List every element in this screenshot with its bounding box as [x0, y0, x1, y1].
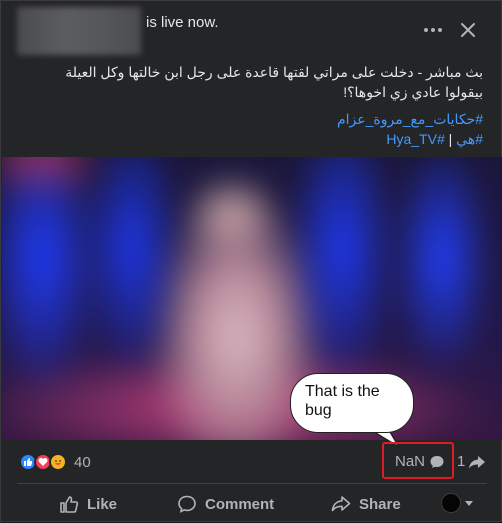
annotation-bubble: That is the bug [290, 373, 414, 433]
hashtag-separator: | [448, 131, 453, 147]
reaction-summary[interactable]: 40 [19, 452, 91, 472]
live-video[interactable] [2, 157, 502, 440]
thumbs-up-icon [60, 496, 79, 513]
care-icon [49, 453, 67, 471]
share-count[interactable]: 1 [457, 453, 486, 470]
more-dots-icon [424, 28, 428, 32]
hashtags: #حكايات_مع_مروة_عزام #هي | #Hya_TV [13, 109, 483, 149]
hashtag-link[interactable]: #حكايات_مع_مروة_عزام [337, 111, 483, 127]
more-options-button[interactable] [419, 18, 447, 42]
chevron-down-icon [465, 500, 473, 506]
comment-icon [178, 495, 196, 513]
video-blurred-frame [2, 157, 502, 440]
share-button[interactable]: Share [331, 489, 401, 519]
divider [17, 483, 487, 484]
like-label: Like [87, 495, 118, 513]
reaction-count: 40 [74, 453, 91, 471]
annotation-text: That is the bug [305, 383, 380, 419]
post-header: is live now. [1, 1, 501, 57]
share-count-value: 1 [457, 453, 466, 470]
feed-post: is live now. بث مباشر - دخلت على مراتي ل… [0, 0, 502, 522]
live-status-text: is live now. [146, 14, 219, 31]
hashtag-link[interactable]: #هي [456, 131, 483, 147]
post-text-line: بث مباشر - دخلت على مراتي لقتها قاعدة عل… [65, 64, 483, 80]
share-arrow-icon [469, 455, 486, 468]
comment-bubble-icon [430, 455, 444, 468]
post-text: بث مباشر - دخلت على مراتي لقتها قاعدة عل… [13, 62, 483, 102]
comment-button[interactable]: Comment [177, 489, 274, 519]
comment-label: Comment [205, 495, 275, 513]
close-icon [461, 23, 475, 37]
like-button[interactable]: Like [59, 489, 117, 519]
action-bar: Like Comment Share [1, 487, 501, 521]
comment-count[interactable]: NaN [395, 453, 445, 470]
share-icon [331, 496, 351, 512]
blurred-page-name[interactable] [17, 7, 141, 55]
comment-count-value: NaN [395, 453, 426, 470]
avatar [441, 493, 461, 513]
share-label: Share [359, 495, 401, 513]
close-button[interactable] [453, 15, 483, 45]
post-text-line: بيقولوا عادي زي اخوها؟! [343, 84, 483, 100]
post-as-selector[interactable] [441, 491, 473, 515]
hashtag-link[interactable]: #Hya_TV [386, 131, 444, 147]
